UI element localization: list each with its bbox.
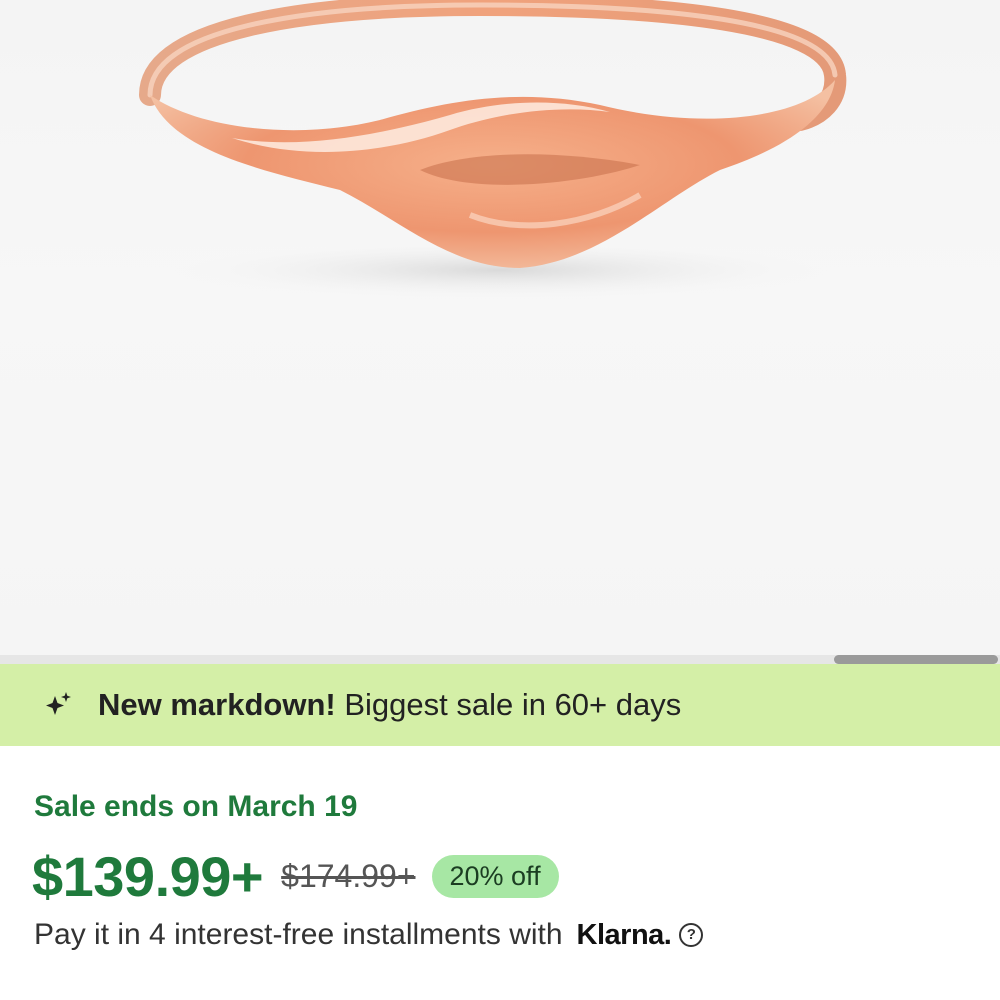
installments-text: Pay it in 4 interest-free installments w… bbox=[34, 918, 563, 951]
ring-photo bbox=[139, 0, 847, 300]
markdown-banner: New markdown! Biggest sale in 60+ days bbox=[0, 664, 1000, 746]
banner-message: New markdown! Biggest sale in 60+ days bbox=[98, 687, 681, 723]
original-price: $174.99+ bbox=[281, 857, 416, 894]
klarna-installments: Pay it in 4 interest-free installments w… bbox=[34, 918, 704, 952]
sparkle-icon bbox=[46, 692, 71, 715]
scrollbar-thumb[interactable] bbox=[834, 655, 998, 664]
discount-badge: 20% off bbox=[431, 854, 559, 898]
banner-detail: Biggest sale in 60+ days bbox=[335, 687, 682, 722]
sale-price: $139.99+ bbox=[32, 844, 264, 908]
product-image[interactable] bbox=[0, 0, 1000, 655]
image-scrollbar[interactable] bbox=[0, 655, 1000, 664]
sale-end-date: Sale ends on March 19 bbox=[34, 790, 358, 823]
price-row: $139.99+ $174.99+ 20% off bbox=[32, 840, 559, 912]
klarna-logo: Klarna. bbox=[576, 918, 672, 951]
question-circle-icon[interactable]: ? bbox=[679, 923, 704, 947]
banner-highlight: New markdown! bbox=[98, 687, 336, 722]
